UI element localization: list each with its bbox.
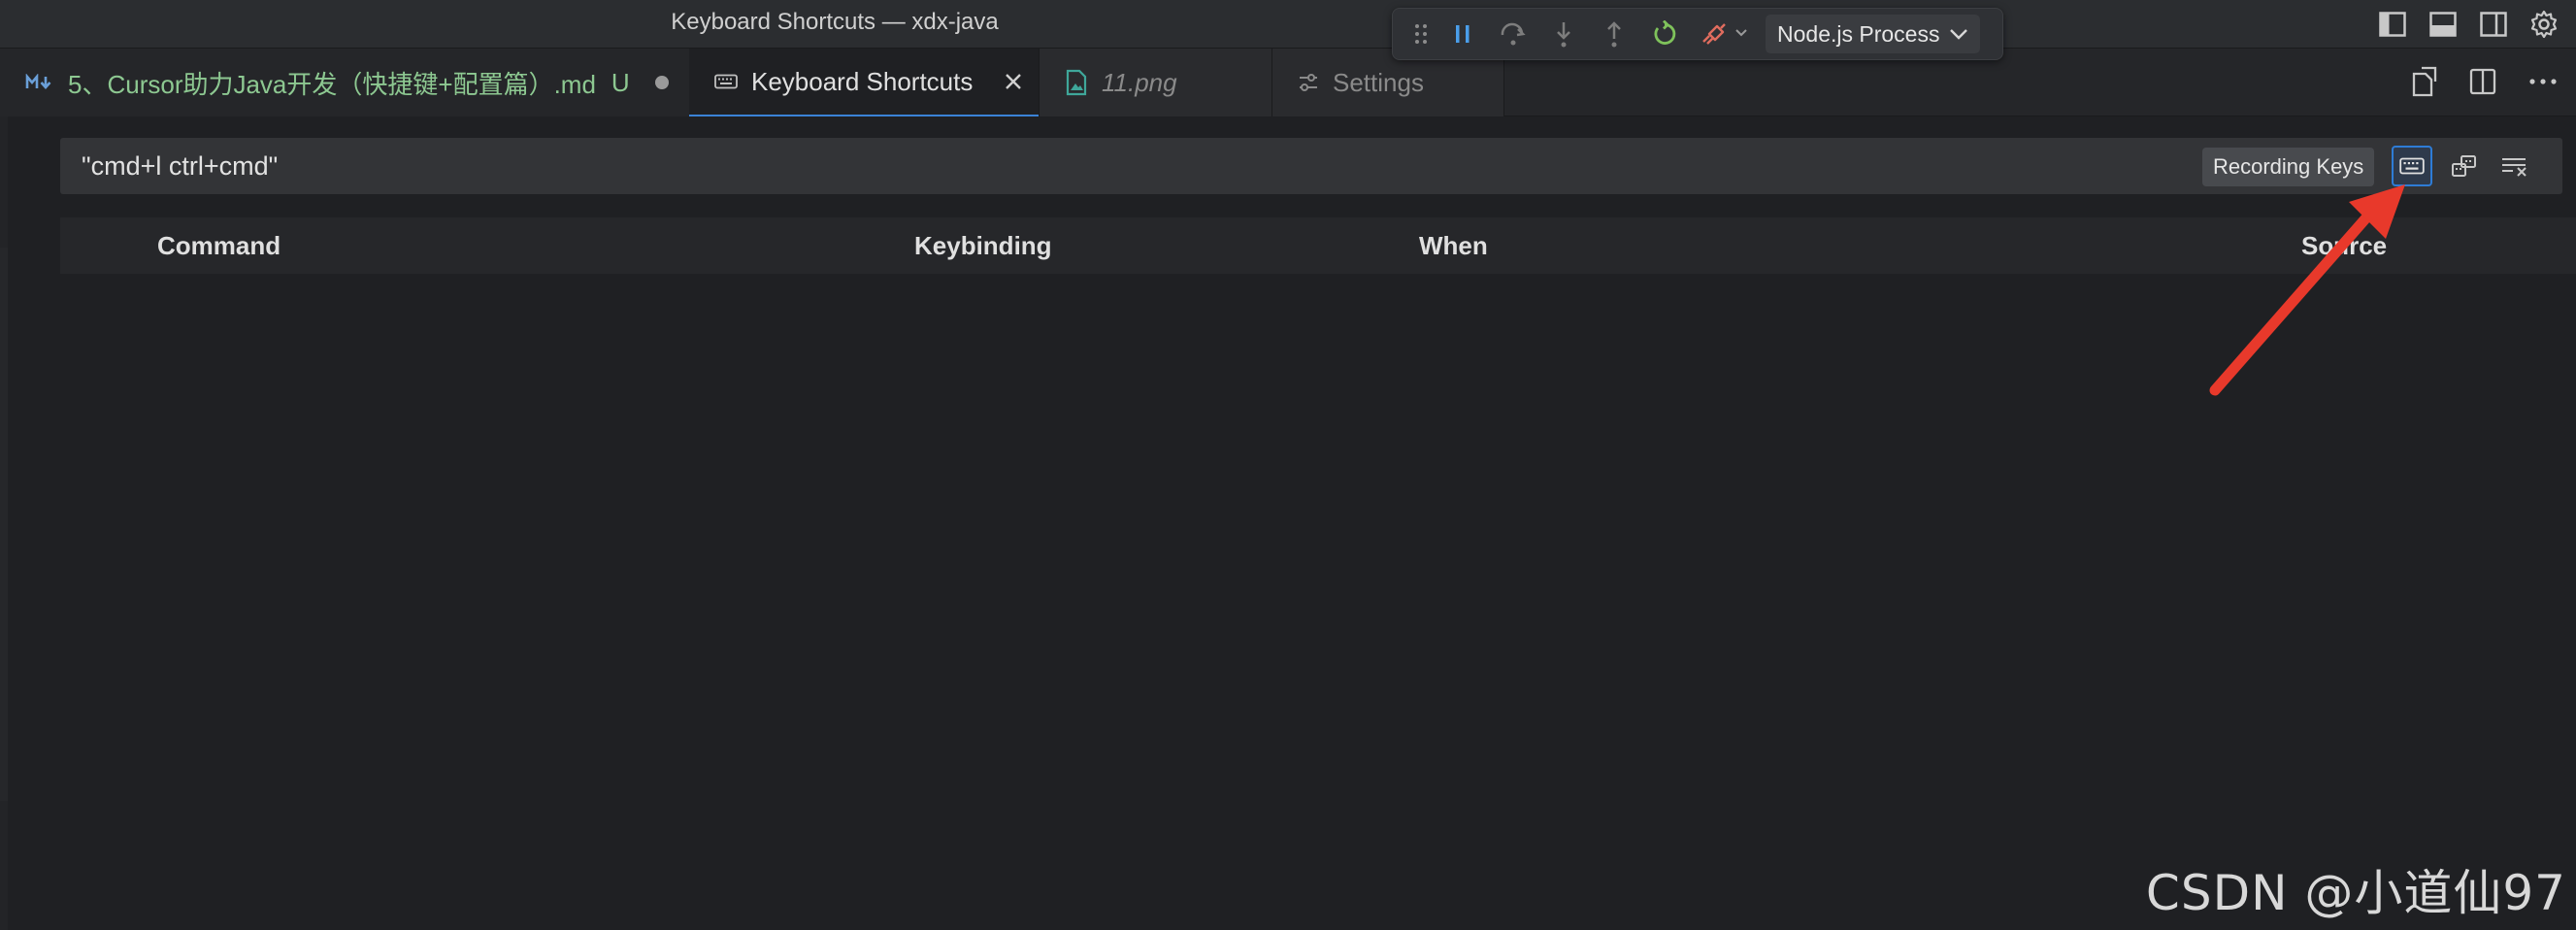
tab-label: 5、Cursor助力Java开发（快捷键+配置篇）.md [68,69,596,99]
pause-icon[interactable] [1437,15,1488,53]
column-keybinding[interactable]: Keybinding [914,217,1052,274]
toggle-panel-icon[interactable] [2425,6,2461,43]
sort-precedence-icon [2452,155,2476,177]
keybindings-search-box: Recording Keys [60,138,2562,194]
csdn-watermark: CSDN @小道仙97 [2145,865,2566,921]
recording-keys-badge: Recording Keys [2202,148,2375,186]
more-actions-icon[interactable] [2524,62,2562,101]
tab-label: Settings [1333,67,1424,97]
keyboard-icon [714,74,738,89]
toggle-primary-sidebar-icon[interactable] [2374,6,2411,43]
column-command[interactable]: Command [157,217,281,274]
settings-sliders-icon [1298,73,1319,92]
process-select-label: Node.js Process [1777,20,1940,47]
restart-icon[interactable] [1639,15,1690,53]
title-bar: Keyboard Shortcuts — xdx-java [0,0,2576,49]
column-when[interactable]: When [1419,217,1488,274]
image-file-icon [1065,69,1088,96]
editor-tab-bar: 5、Cursor助力Java开发（快捷键+配置篇）.md U Keyboard … [0,49,2576,116]
unsaved-dot-icon[interactable] [654,76,669,89]
clear-search-button[interactable] [2494,146,2535,186]
tab-markdown-file[interactable]: 5、Cursor助力Java开发（快捷键+配置篇）.md U [0,49,689,116]
window-title: Keyboard Shortcuts — xdx-java [671,9,999,35]
toggle-secondary-sidebar-icon[interactable] [2475,6,2512,43]
tab-label: Keyboard Shortcuts [751,66,974,96]
tab-keyboard-shortcuts[interactable]: Keyboard Shortcuts [689,49,1039,116]
clear-all-icon [2502,158,2526,177]
chevron-down-icon [1950,29,1968,40]
split-editor-icon[interactable] [2463,62,2502,101]
column-source[interactable]: Source [2301,217,2387,274]
keyboard-shortcuts-editor: Recording Keys Command Keybinding When S… [0,116,2576,930]
tab-label: 11.png [1102,67,1177,97]
settings-gear-icon[interactable] [2526,6,2562,43]
drag-handle-icon[interactable] [1404,15,1437,53]
keybindings-table-header: Command Keybinding When Source [60,217,2576,274]
vscode-window: Keyboard Shortcuts — xdx-java Node.js Pr… [0,0,2576,930]
keybindings-search-input[interactable] [82,138,1926,194]
git-status-badge: U [611,67,630,97]
record-keys-toggle[interactable] [2392,146,2432,186]
layout-controls [2374,6,2562,43]
step-into-icon[interactable] [1538,15,1589,53]
tab-image-file[interactable]: 11.png [1039,49,1271,116]
open-keybindings-json-icon[interactable] [2403,62,2442,101]
disconnect-icon[interactable] [1690,15,1758,53]
step-out-icon[interactable] [1589,15,1639,53]
step-over-icon[interactable] [1488,15,1538,53]
close-icon[interactable] [1002,70,1025,100]
editor-actions [2403,62,2562,101]
debug-toolbar: Node.js Process [1392,8,2003,60]
keyboard-icon [2399,157,2425,175]
sort-by-precedence-button[interactable] [2444,146,2485,186]
markdown-icon [25,74,54,91]
sidebar-edge [0,116,8,930]
debug-process-select[interactable]: Node.js Process [1766,15,1981,53]
